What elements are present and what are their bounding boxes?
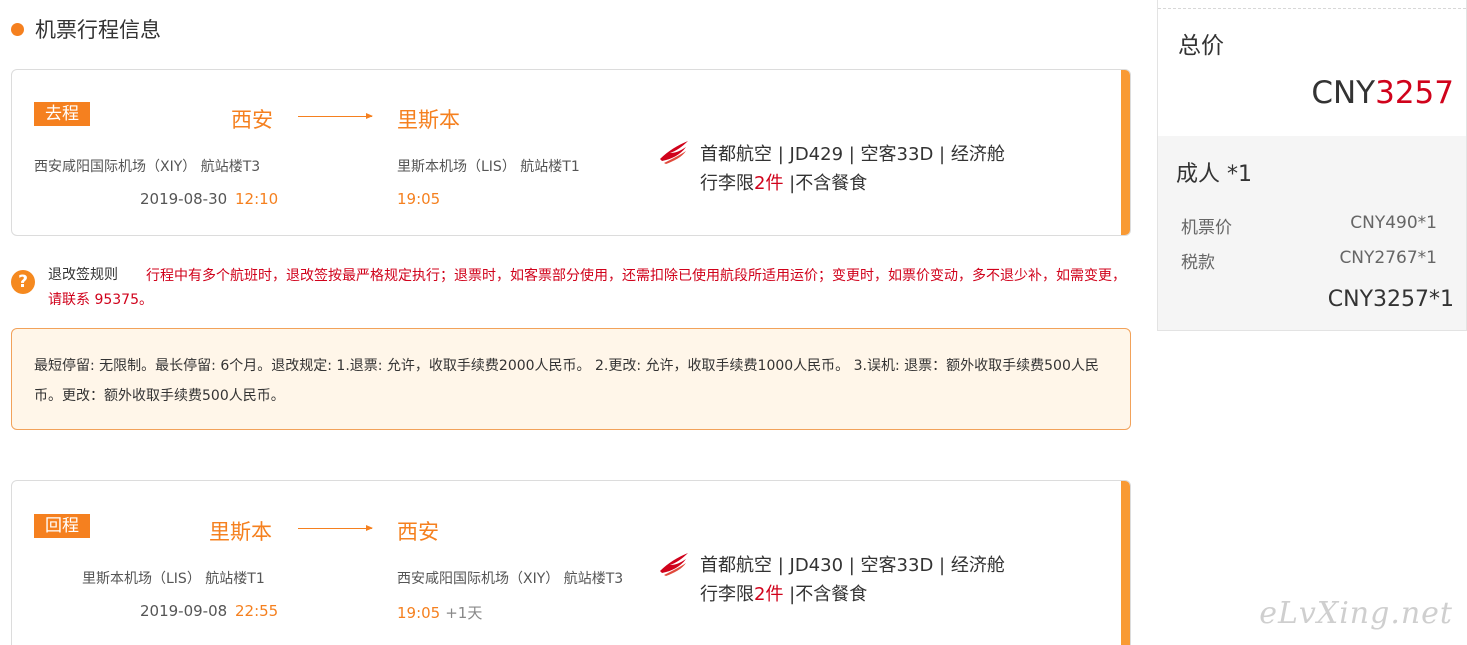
tax-label: 税款 bbox=[1181, 253, 1215, 273]
section-title: 机票行程信息 bbox=[11, 14, 161, 44]
total-label: 总价 bbox=[1178, 33, 1224, 59]
plus-day-label: +1天 bbox=[445, 604, 483, 622]
return-arrive-time: 19:05 +1天 bbox=[397, 604, 483, 622]
return-from-city: 里斯本 bbox=[209, 520, 272, 544]
outbound-arrive-time: 19:05 bbox=[397, 190, 441, 208]
return-from-airport: 里斯本机场（LIS） 航站楼T1 bbox=[82, 571, 265, 587]
outbound-from-city: 西安 bbox=[231, 108, 273, 132]
outbound-from-airport: 西安咸阳国际机场（XIY） 航站楼T3 bbox=[34, 159, 261, 175]
airline-logo-icon bbox=[660, 141, 688, 164]
return-badge: 回程 bbox=[34, 514, 90, 538]
outbound-to-airport: 里斯本机场（LIS） 航站楼T1 bbox=[397, 159, 580, 175]
return-flight-info: 首都航空 | JD430 | 空客33D | 经济舱 行李限2件 |不含餐食 bbox=[700, 551, 1005, 609]
price-breakdown: 成人 *1 机票价 CNY490*1 税款 CNY2767*1 CNY3257*… bbox=[1158, 136, 1466, 330]
rules-text: 行程中有多个航班时，退改签按最严格规定执行；退票时，如客票部分使用，还需扣除已使… bbox=[48, 268, 1126, 308]
airline-logo-icon bbox=[660, 553, 688, 576]
return-baggage: 行李限2件 |不含餐食 bbox=[700, 584, 868, 605]
watermark: eLvXing.net bbox=[1259, 596, 1453, 631]
outbound-flight-line: 首都航空 | JD429 | 空客33D | 经济舱 bbox=[700, 144, 1005, 165]
outbound-badge: 去程 bbox=[34, 102, 90, 126]
outbound-date: 2019-08-30 bbox=[140, 190, 228, 208]
policy-text: 最短停留: 无限制。最长停留: 6个月。退改规定: 1.退票: 允许，收取手续费… bbox=[34, 358, 1099, 404]
total-price: CNY3257 bbox=[1311, 75, 1454, 111]
question-icon[interactable]: ? bbox=[11, 270, 35, 294]
arrow-icon bbox=[298, 113, 373, 119]
outbound-to-city: 里斯本 bbox=[397, 108, 460, 132]
ticket-label: 机票价 bbox=[1181, 218, 1232, 238]
price-summary: 总价 CNY3257 成人 *1 机票价 CNY490*1 税款 CNY2767… bbox=[1157, 0, 1467, 331]
subtotal-value: CNY3257*1 bbox=[1327, 287, 1454, 312]
outbound-card: 去程 西安 里斯本 西安咸阳国际机场（XIY） 航站楼T3 里斯本机场（LIS）… bbox=[11, 69, 1131, 236]
outbound-baggage: 行李限2件 |不含餐食 bbox=[700, 173, 868, 194]
outbound-depart-time: 12:10 bbox=[235, 190, 279, 208]
total-panel: 总价 CNY3257 bbox=[1158, 8, 1466, 144]
section-title-text: 机票行程信息 bbox=[35, 18, 161, 42]
outbound-flight-info: 首都航空 | JD429 | 空客33D | 经济舱 行李限2件 |不含餐食 bbox=[700, 140, 1005, 198]
policy-box: 最短停留: 无限制。最长停留: 6个月。退改规定: 1.退票: 允许，收取手续费… bbox=[11, 328, 1131, 430]
return-to-city: 西安 bbox=[397, 520, 439, 544]
return-to-airport: 西安咸阳国际机场（XIY） 航站楼T3 bbox=[397, 571, 624, 587]
arrow-icon bbox=[298, 525, 373, 531]
return-date: 2019-09-08 bbox=[140, 602, 228, 620]
adult-label: 成人 *1 bbox=[1176, 162, 1252, 187]
return-flight-line: 首都航空 | JD430 | 空客33D | 经济舱 bbox=[700, 555, 1005, 576]
return-depart-time: 22:55 bbox=[235, 602, 279, 620]
ticket-value: CNY490*1 bbox=[1350, 213, 1437, 233]
bullet-dot-icon bbox=[11, 22, 24, 36]
return-card: 回程 里斯本 西安 里斯本机场（LIS） 航站楼T1 西安咸阳国际机场（XIY）… bbox=[11, 480, 1131, 645]
tax-value: CNY2767*1 bbox=[1339, 248, 1437, 268]
